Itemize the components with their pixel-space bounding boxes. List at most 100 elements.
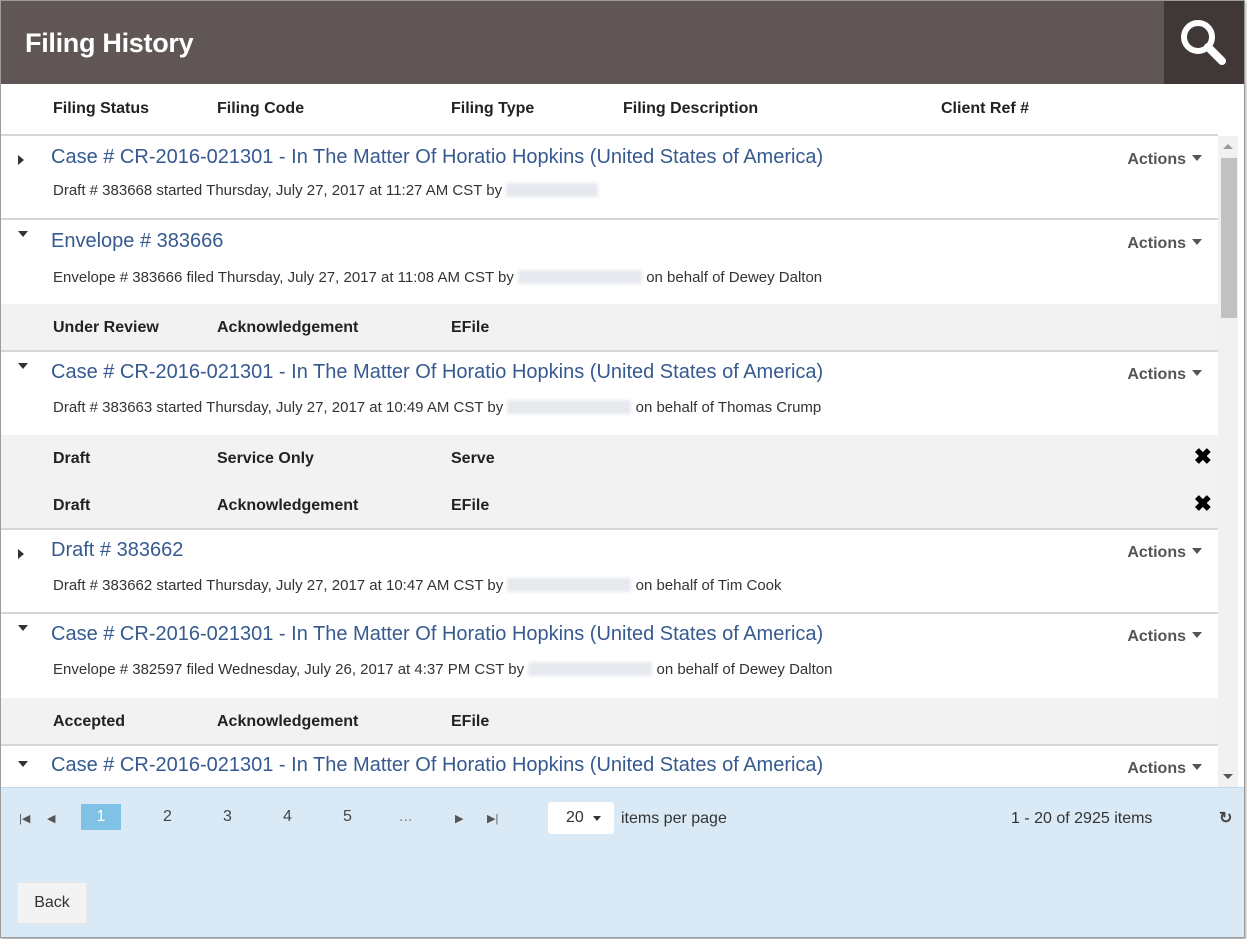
row-subtitle-text: Draft # 383662 started Thursday, July 27… — [53, 577, 504, 594]
dropdown-arrow-icon — [593, 816, 601, 821]
caret-down-icon — [1192, 632, 1202, 638]
actions-label: Actions — [1127, 235, 1186, 252]
caret-down-icon — [1192, 370, 1202, 376]
actions-dropdown[interactable]: Actions — [1127, 628, 1202, 646]
filing-detail-row: Under Review Acknowledgement EFile — [1, 304, 1218, 352]
row-subtitle-text: Draft # 383668 started Thursday, July 27… — [53, 182, 503, 199]
filing-row[interactable]: Draft # 383662 Draft # 383662 started Th… — [1, 530, 1218, 614]
vertical-scrollbar[interactable] — [1218, 136, 1238, 787]
caret-down-icon — [1192, 548, 1202, 554]
redacted-name — [528, 662, 653, 676]
collapse-arrow-icon[interactable] — [18, 363, 28, 369]
page-size-value: 20 — [566, 809, 584, 826]
caret-down-icon — [1192, 239, 1202, 245]
row-subtitle: Draft # 383662 started Thursday, July 27… — [53, 577, 782, 594]
row-subtitle: Envelope # 383666 filed Thursday, July 2… — [53, 269, 822, 286]
page-2-button[interactable]: 2 — [163, 808, 172, 826]
filing-code: Acknowledgement — [217, 713, 359, 730]
row-subtitle-text: Draft # 383663 started Thursday, July 27… — [53, 399, 504, 416]
last-page-icon[interactable]: ▶| — [487, 812, 498, 825]
filing-code: Service Only — [217, 450, 314, 467]
header-bar: Filing History — [1, 1, 1244, 84]
filing-row[interactable]: Case # CR-2016-021301 - In The Matter Of… — [1, 746, 1218, 787]
filing-row[interactable]: Envelope # 383666 Envelope # 383666 file… — [1, 220, 1218, 304]
page-3-button[interactable]: 3 — [223, 808, 232, 826]
caret-down-icon — [1192, 764, 1202, 770]
expand-arrow-icon[interactable] — [18, 155, 24, 165]
first-page-icon[interactable]: |◀ — [19, 812, 30, 825]
scroll-up-arrow-icon[interactable] — [1223, 144, 1233, 149]
page-5-button[interactable]: 5 — [343, 808, 352, 826]
column-client-ref[interactable]: Client Ref # — [941, 100, 1029, 118]
filing-type: EFile — [451, 497, 490, 514]
collapse-arrow-icon[interactable] — [18, 231, 28, 237]
column-filing-type[interactable]: Filing Type — [451, 100, 534, 118]
filing-detail-row: Accepted Acknowledgement EFile — [1, 698, 1218, 746]
items-per-page-label: items per page — [621, 810, 727, 827]
delete-filing-icon[interactable]: ✖ — [1194, 446, 1212, 468]
filing-detail-row: Draft Service Only Serve ✖ — [1, 435, 1218, 483]
collapse-arrow-icon[interactable] — [18, 625, 28, 631]
actions-label: Actions — [1127, 760, 1186, 777]
search-button[interactable] — [1164, 1, 1244, 84]
page-4-button[interactable]: 4 — [283, 808, 292, 826]
caret-down-icon — [1192, 155, 1202, 161]
page-size-select[interactable]: 20 — [548, 802, 614, 834]
row-subtitle-text: Envelope # 382597 filed Wednesday, July … — [53, 661, 525, 678]
row-subtitle-suffix: on behalf of Thomas Crump — [635, 399, 822, 416]
filing-detail-row: Draft Acknowledgement EFile ✖ — [1, 482, 1218, 530]
collapse-arrow-icon[interactable] — [18, 761, 28, 767]
filing-status: Draft — [53, 450, 91, 467]
row-title-link[interactable]: Case # CR-2016-021301 - In The Matter Of… — [51, 361, 823, 384]
row-subtitle: Envelope # 382597 filed Wednesday, July … — [53, 661, 832, 678]
actions-label: Actions — [1127, 151, 1186, 168]
filing-status: Under Review — [53, 319, 159, 336]
items-count: 1 - 20 of 2925 items — [1011, 810, 1153, 827]
filing-row[interactable]: Case # CR-2016-021301 - In The Matter Of… — [1, 614, 1218, 698]
row-subtitle: Draft # 383663 started Thursday, July 27… — [53, 399, 821, 416]
actions-dropdown[interactable]: Actions — [1127, 235, 1202, 253]
filing-code: Acknowledgement — [217, 319, 359, 336]
row-subtitle-suffix: on behalf of Dewey Dalton — [656, 661, 833, 678]
expand-arrow-icon[interactable] — [18, 549, 24, 559]
column-filing-code[interactable]: Filing Code — [217, 100, 304, 118]
row-subtitle-suffix: on behalf of Tim Cook — [635, 577, 782, 594]
column-filing-status[interactable]: Filing Status — [53, 100, 149, 118]
prev-page-icon[interactable]: ◀ — [47, 812, 55, 825]
row-title-link[interactable]: Envelope # 383666 — [51, 230, 223, 253]
actions-dropdown[interactable]: Actions — [1127, 544, 1202, 562]
column-filing-description[interactable]: Filing Description — [623, 100, 758, 118]
redacted-name — [506, 183, 599, 197]
actions-dropdown[interactable]: Actions — [1127, 366, 1202, 384]
filing-status: Draft — [53, 497, 91, 514]
more-pages-button[interactable]: ... — [399, 808, 412, 826]
actions-dropdown[interactable]: Actions — [1127, 760, 1202, 778]
filing-row[interactable]: Case # CR-2016-021301 - In The Matter Of… — [1, 136, 1218, 220]
next-page-icon[interactable]: ▶ — [455, 812, 463, 825]
scroll-down-arrow-icon[interactable] — [1223, 774, 1233, 779]
scrollbar-thumb[interactable] — [1221, 158, 1237, 318]
redacted-name — [507, 400, 632, 414]
redacted-name — [507, 578, 632, 592]
row-title-link[interactable]: Draft # 383662 — [51, 539, 183, 562]
filing-type: EFile — [451, 713, 490, 730]
actions-dropdown[interactable]: Actions — [1127, 151, 1202, 169]
filing-type: EFile — [451, 319, 490, 336]
search-icon — [1181, 20, 1226, 65]
back-button[interactable]: Back — [17, 882, 87, 924]
filing-history-window: Filing History Filing Status Filing Code… — [0, 0, 1245, 938]
actions-label: Actions — [1127, 366, 1186, 383]
column-header-row: Filing Status Filing Code Filing Type Fi… — [1, 84, 1218, 136]
page-title: Filing History — [25, 28, 194, 58]
row-title-link[interactable]: Case # CR-2016-021301 - In The Matter Of… — [51, 623, 823, 646]
refresh-icon[interactable]: ↻ — [1219, 808, 1232, 828]
row-title-link[interactable]: Case # CR-2016-021301 - In The Matter Of… — [51, 146, 823, 169]
delete-filing-icon[interactable]: ✖ — [1194, 493, 1212, 515]
filing-code: Acknowledgement — [217, 497, 359, 514]
row-subtitle: Draft # 383668 started Thursday, July 27… — [53, 182, 599, 199]
filing-list: Case # CR-2016-021301 - In The Matter Of… — [1, 136, 1218, 787]
row-title-link[interactable]: Case # CR-2016-021301 - In The Matter Of… — [51, 754, 823, 777]
filing-type: Serve — [451, 450, 495, 467]
filing-row[interactable]: Case # CR-2016-021301 - In The Matter Of… — [1, 352, 1218, 435]
page-1-button[interactable]: 1 — [81, 804, 121, 830]
